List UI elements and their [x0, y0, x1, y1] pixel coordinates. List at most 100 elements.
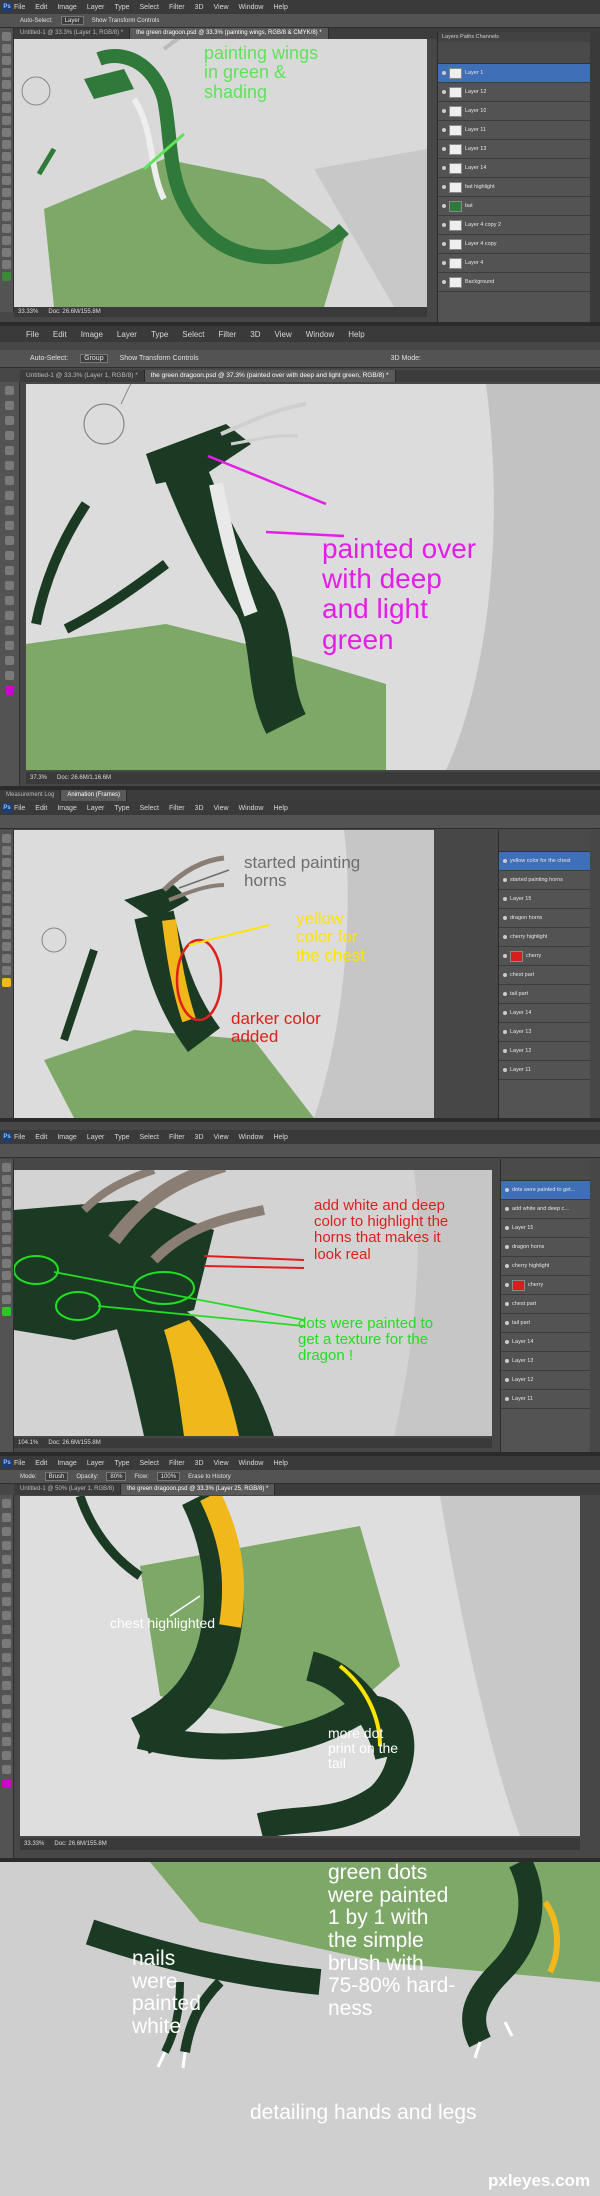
menu-view[interactable]: View: [214, 1460, 229, 1467]
layer-row[interactable]: dragon horns: [499, 909, 590, 928]
blur-tool-icon[interactable]: [2, 176, 11, 185]
shape-tool-icon[interactable]: [2, 1737, 11, 1746]
menu-file[interactable]: File: [14, 1134, 25, 1141]
menu-layer[interactable]: Layer: [87, 805, 105, 812]
eraser-tool-icon[interactable]: [2, 1639, 11, 1648]
menu-select[interactable]: Select: [182, 330, 204, 339]
hand-tool-icon[interactable]: [2, 1751, 11, 1760]
gradient-tool-icon[interactable]: [5, 551, 14, 560]
menu-window[interactable]: Window: [239, 1134, 264, 1141]
layer-row[interactable]: Layer 14: [499, 1004, 590, 1023]
pen-tool-icon[interactable]: [5, 596, 14, 605]
mode-dropdown[interactable]: Brush: [44, 1472, 69, 1481]
eye-icon[interactable]: [442, 109, 446, 113]
eye-icon[interactable]: [503, 992, 507, 996]
document-canvas[interactable]: painted over with deep and light green: [26, 384, 600, 770]
menu-select[interactable]: Select: [140, 4, 159, 11]
eye-icon[interactable]: [505, 1397, 509, 1401]
layer-row[interactable]: Layer 13: [501, 1352, 590, 1371]
eyedropper-tool-icon[interactable]: [2, 92, 11, 101]
layer-row[interactable]: Layer 11: [438, 121, 590, 140]
document-canvas[interactable]: painting wings in green & shading: [14, 39, 427, 307]
menu-filter[interactable]: Filter: [169, 4, 185, 11]
eye-icon[interactable]: [505, 1340, 509, 1344]
eye-icon[interactable]: [505, 1283, 509, 1287]
layer-row[interactable]: Layer 15: [499, 890, 590, 909]
pen-tool-icon[interactable]: [2, 1695, 11, 1704]
eyedropper-tool-icon[interactable]: [2, 1211, 11, 1220]
layer-row[interactable]: cherry highlight: [499, 928, 590, 947]
type-tool-icon[interactable]: [2, 1271, 11, 1280]
type-tool-icon[interactable]: [5, 611, 14, 620]
zoom-tool-icon[interactable]: [2, 966, 11, 975]
eye-icon[interactable]: [503, 1068, 507, 1072]
dodge-tool-icon[interactable]: [5, 581, 14, 590]
layer-row[interactable]: Layer 1: [438, 64, 590, 83]
marquee-tool-icon[interactable]: [2, 846, 11, 855]
eye-icon[interactable]: [505, 1188, 509, 1192]
crop-tool-icon[interactable]: [2, 1555, 11, 1564]
crop-tool-icon[interactable]: [2, 80, 11, 89]
eraser-tool-icon[interactable]: [2, 152, 11, 161]
eye-icon[interactable]: [442, 128, 446, 132]
menu-3d[interactable]: 3D: [195, 805, 204, 812]
menu-edit[interactable]: Edit: [35, 805, 47, 812]
eye-icon[interactable]: [503, 1049, 507, 1053]
menu-filter[interactable]: Filter: [169, 1134, 185, 1141]
zoom-tool-icon[interactable]: [5, 671, 14, 680]
clone-tool-icon[interactable]: [2, 1611, 11, 1620]
menu-window[interactable]: Window: [239, 4, 264, 11]
eye-icon[interactable]: [503, 935, 507, 939]
tab-green-dragoon[interactable]: the green dragoon.psd @ 37.3% (painted o…: [144, 370, 396, 382]
lasso-tool-icon[interactable]: [5, 416, 14, 425]
healing-tool-icon[interactable]: [2, 1583, 11, 1592]
tab-measurement-log[interactable]: Measurement Log: [0, 790, 62, 801]
eye-icon[interactable]: [505, 1359, 509, 1363]
marquee-tool-icon[interactable]: [2, 1175, 11, 1184]
eye-icon[interactable]: [505, 1378, 509, 1382]
brush-tool-icon[interactable]: [2, 1223, 11, 1232]
history-brush-icon[interactable]: [5, 521, 14, 530]
type-tool-icon[interactable]: [2, 942, 11, 951]
eye-icon[interactable]: [442, 223, 446, 227]
marquee-tool-icon[interactable]: [2, 1513, 11, 1522]
layer-row[interactable]: Layer 13: [438, 140, 590, 159]
hand-tool-icon[interactable]: [5, 656, 14, 665]
zoom-tool-icon[interactable]: [2, 1765, 11, 1774]
layer-row[interactable]: Background: [438, 273, 590, 292]
opacity-field[interactable]: 80%: [106, 1472, 127, 1481]
layer-row[interactable]: cherry: [499, 947, 590, 966]
layer-row[interactable]: cherry: [501, 1276, 590, 1295]
eye-icon[interactable]: [442, 185, 446, 189]
menu-filter[interactable]: Filter: [219, 330, 237, 339]
foreground-color-swatch[interactable]: [2, 272, 11, 281]
clone-tool-icon[interactable]: [5, 506, 14, 515]
layer-row[interactable]: add white and deep c...: [501, 1200, 590, 1219]
menu-file[interactable]: File: [14, 1460, 25, 1467]
menu-3d[interactable]: 3D: [195, 4, 204, 11]
menu-image[interactable]: Image: [57, 4, 76, 11]
layer-row[interactable]: dragon horns: [501, 1238, 590, 1257]
menu-layer[interactable]: Layer: [87, 4, 105, 11]
quick-select-tool-icon[interactable]: [5, 431, 14, 440]
eye-icon[interactable]: [503, 1030, 507, 1034]
layer-row[interactable]: Layer 4 copy: [438, 235, 590, 254]
layer-row[interactable]: chest part: [499, 966, 590, 985]
menu-layer[interactable]: Layer: [87, 1460, 105, 1467]
gradient-tool-icon[interactable]: [2, 1247, 11, 1256]
menu-window[interactable]: Window: [239, 805, 264, 812]
layer-row[interactable]: tail part: [501, 1314, 590, 1333]
layer-row[interactable]: bat highlight: [438, 178, 590, 197]
marquee-tool-icon[interactable]: [5, 401, 14, 410]
menu-layer[interactable]: Layer: [117, 330, 137, 339]
zoom-tool-icon[interactable]: [2, 260, 11, 269]
menu-edit[interactable]: Edit: [35, 4, 47, 11]
eye-icon[interactable]: [442, 71, 446, 75]
layer-row[interactable]: Layer 15: [501, 1219, 590, 1238]
dodge-tool-icon[interactable]: [2, 1681, 11, 1690]
layer-row[interactable]: cherry highlight: [501, 1257, 590, 1276]
document-canvas[interactable]: add white and deep color to highlight th…: [14, 1170, 492, 1436]
crop-tool-icon[interactable]: [2, 870, 11, 879]
move-tool-icon[interactable]: [5, 386, 14, 395]
eye-icon[interactable]: [503, 916, 507, 920]
